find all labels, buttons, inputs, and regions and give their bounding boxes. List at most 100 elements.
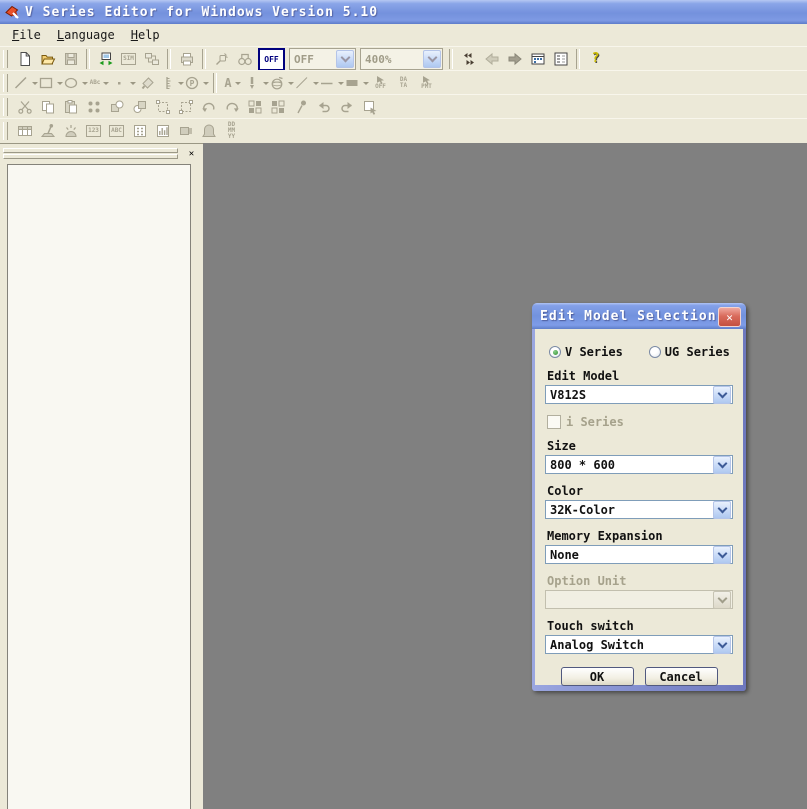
i-series-label: i Series [566,415,624,429]
app-icon [4,4,21,20]
dialog-titlebar[interactable]: Edit Model Selection ✕ [532,303,746,329]
menu-language[interactable]: Language [49,26,123,44]
cancel-button[interactable]: Cancel [645,667,718,686]
open-folder-button[interactable] [36,48,59,70]
save-icon [63,51,79,67]
help-button[interactable]: ? [584,48,607,70]
back-arrow-icon [484,51,500,67]
pin-icon [293,99,309,115]
menubar: File Language Help [0,24,807,47]
pattern-grid-button [243,96,266,118]
chevron-down-icon[interactable] [713,546,731,564]
checkbox-icon [547,415,561,429]
chevron-down-icon[interactable] [713,456,731,474]
date-button: DD MM YY [220,120,243,142]
menu-file[interactable]: File [4,26,49,44]
off-toggle-button[interactable]: OFF [258,48,285,71]
area-select-icon [362,99,378,115]
fillbox-tool-icon [344,75,360,91]
keypad-button [128,120,151,142]
dropdown-arrow-icon [203,82,209,85]
ok-button[interactable]: OK [561,667,634,686]
rotate-left-button [197,96,220,118]
com-transfer-button [140,48,163,70]
binoculars-icon [237,51,253,67]
toolbar-separator [213,73,217,93]
forward-arrow-button[interactable] [503,48,526,70]
font-tool-icon: A [224,80,231,86]
memory-expansion-value: None [550,548,713,562]
i-series-checkbox: i Series [545,415,733,429]
size-combo[interactable]: 800 * 600 [545,455,733,474]
close-icon: ✕ [726,312,733,323]
dropdown-arrow-icon [235,82,241,85]
graph-icon [155,123,171,139]
item-list-icon [530,51,546,67]
copy-icon [40,99,56,115]
option-unit-combo [545,590,733,609]
chevron-down-icon[interactable] [713,501,731,519]
toolbar-standard: SIMOFFOFF400%? [0,46,807,71]
pen-tool-icon [244,75,260,91]
hline-tool-button [319,72,344,94]
new-document-button[interactable] [13,48,36,70]
app-titlebar[interactable]: V Series Editor for Windows Version 5.10 [0,0,807,24]
radio-label: UG Series [665,345,730,359]
screen-panel: ✕ [0,143,203,809]
paste-button [59,96,82,118]
menu-help[interactable]: Help [123,26,168,44]
item-list-button[interactable] [526,48,549,70]
edit-model-combo[interactable]: V812S [545,385,733,404]
transfer-button[interactable] [94,48,117,70]
radio-label: V Series [565,345,623,359]
color-combo[interactable]: 32K-Color [545,500,733,519]
chevron-down-icon[interactable] [713,636,731,654]
p-mark-tool-icon: P [184,75,200,91]
option-unit-label: Option Unit [547,574,733,588]
dialog-close-button[interactable]: ✕ [718,307,741,327]
panel-gripper[interactable] [3,148,178,160]
zoom-combo-value: 400% [365,53,423,66]
rect-tool-icon [38,75,54,91]
radio-selected-icon [549,346,561,358]
p-mark-tool-button: P [184,72,209,94]
app-title: V Series Editor for Windows Version 5.10 [25,5,378,20]
touch-switch-label: Touch switch [547,619,733,633]
chevron-down-icon [713,591,731,609]
panel-close-button[interactable]: ✕ [185,147,198,160]
connector-icon [178,123,194,139]
graph-button [151,120,174,142]
radio-unselected-icon [649,346,661,358]
touch-switch-value: Analog Switch [550,638,713,652]
help-icon: ? [592,56,600,62]
line2-tool-icon [294,75,310,91]
switch-icon [40,123,56,139]
data-tool-button: DA TA [392,72,415,94]
undo-icon [316,99,332,115]
memory-expansion-combo[interactable]: None [545,545,733,564]
shape-merge-icon [109,99,125,115]
date-icon: DD MM YY [228,122,235,140]
table-icon [17,123,33,139]
keypad-icon [132,123,148,139]
pmt-tool-icon: PMT [421,76,432,90]
frame-edit-icon [155,99,171,115]
forward-arrow-icon [507,51,523,67]
ug-series-radio[interactable]: UG Series [649,345,730,359]
edit-model-value: V812S [550,388,713,402]
jump-button[interactable] [457,48,480,70]
chevron-down-icon [336,50,354,68]
v-series-radio[interactable]: V Series [549,345,623,359]
data-tool-icon: DA TA [400,77,407,89]
toolbar-edit [0,94,807,119]
redo-button [335,96,358,118]
touch-switch-combo[interactable]: Analog Switch [545,635,733,654]
item-order-button[interactable] [549,48,572,70]
screen-list[interactable] [7,164,191,809]
rotate-right-icon [224,99,240,115]
chevron-down-icon [423,50,441,68]
dialog-buttons: OK Cancel [545,667,733,686]
series-radio-group: V Series UG Series [545,329,733,359]
chevron-down-icon[interactable] [713,386,731,404]
shape-over-button [128,96,151,118]
